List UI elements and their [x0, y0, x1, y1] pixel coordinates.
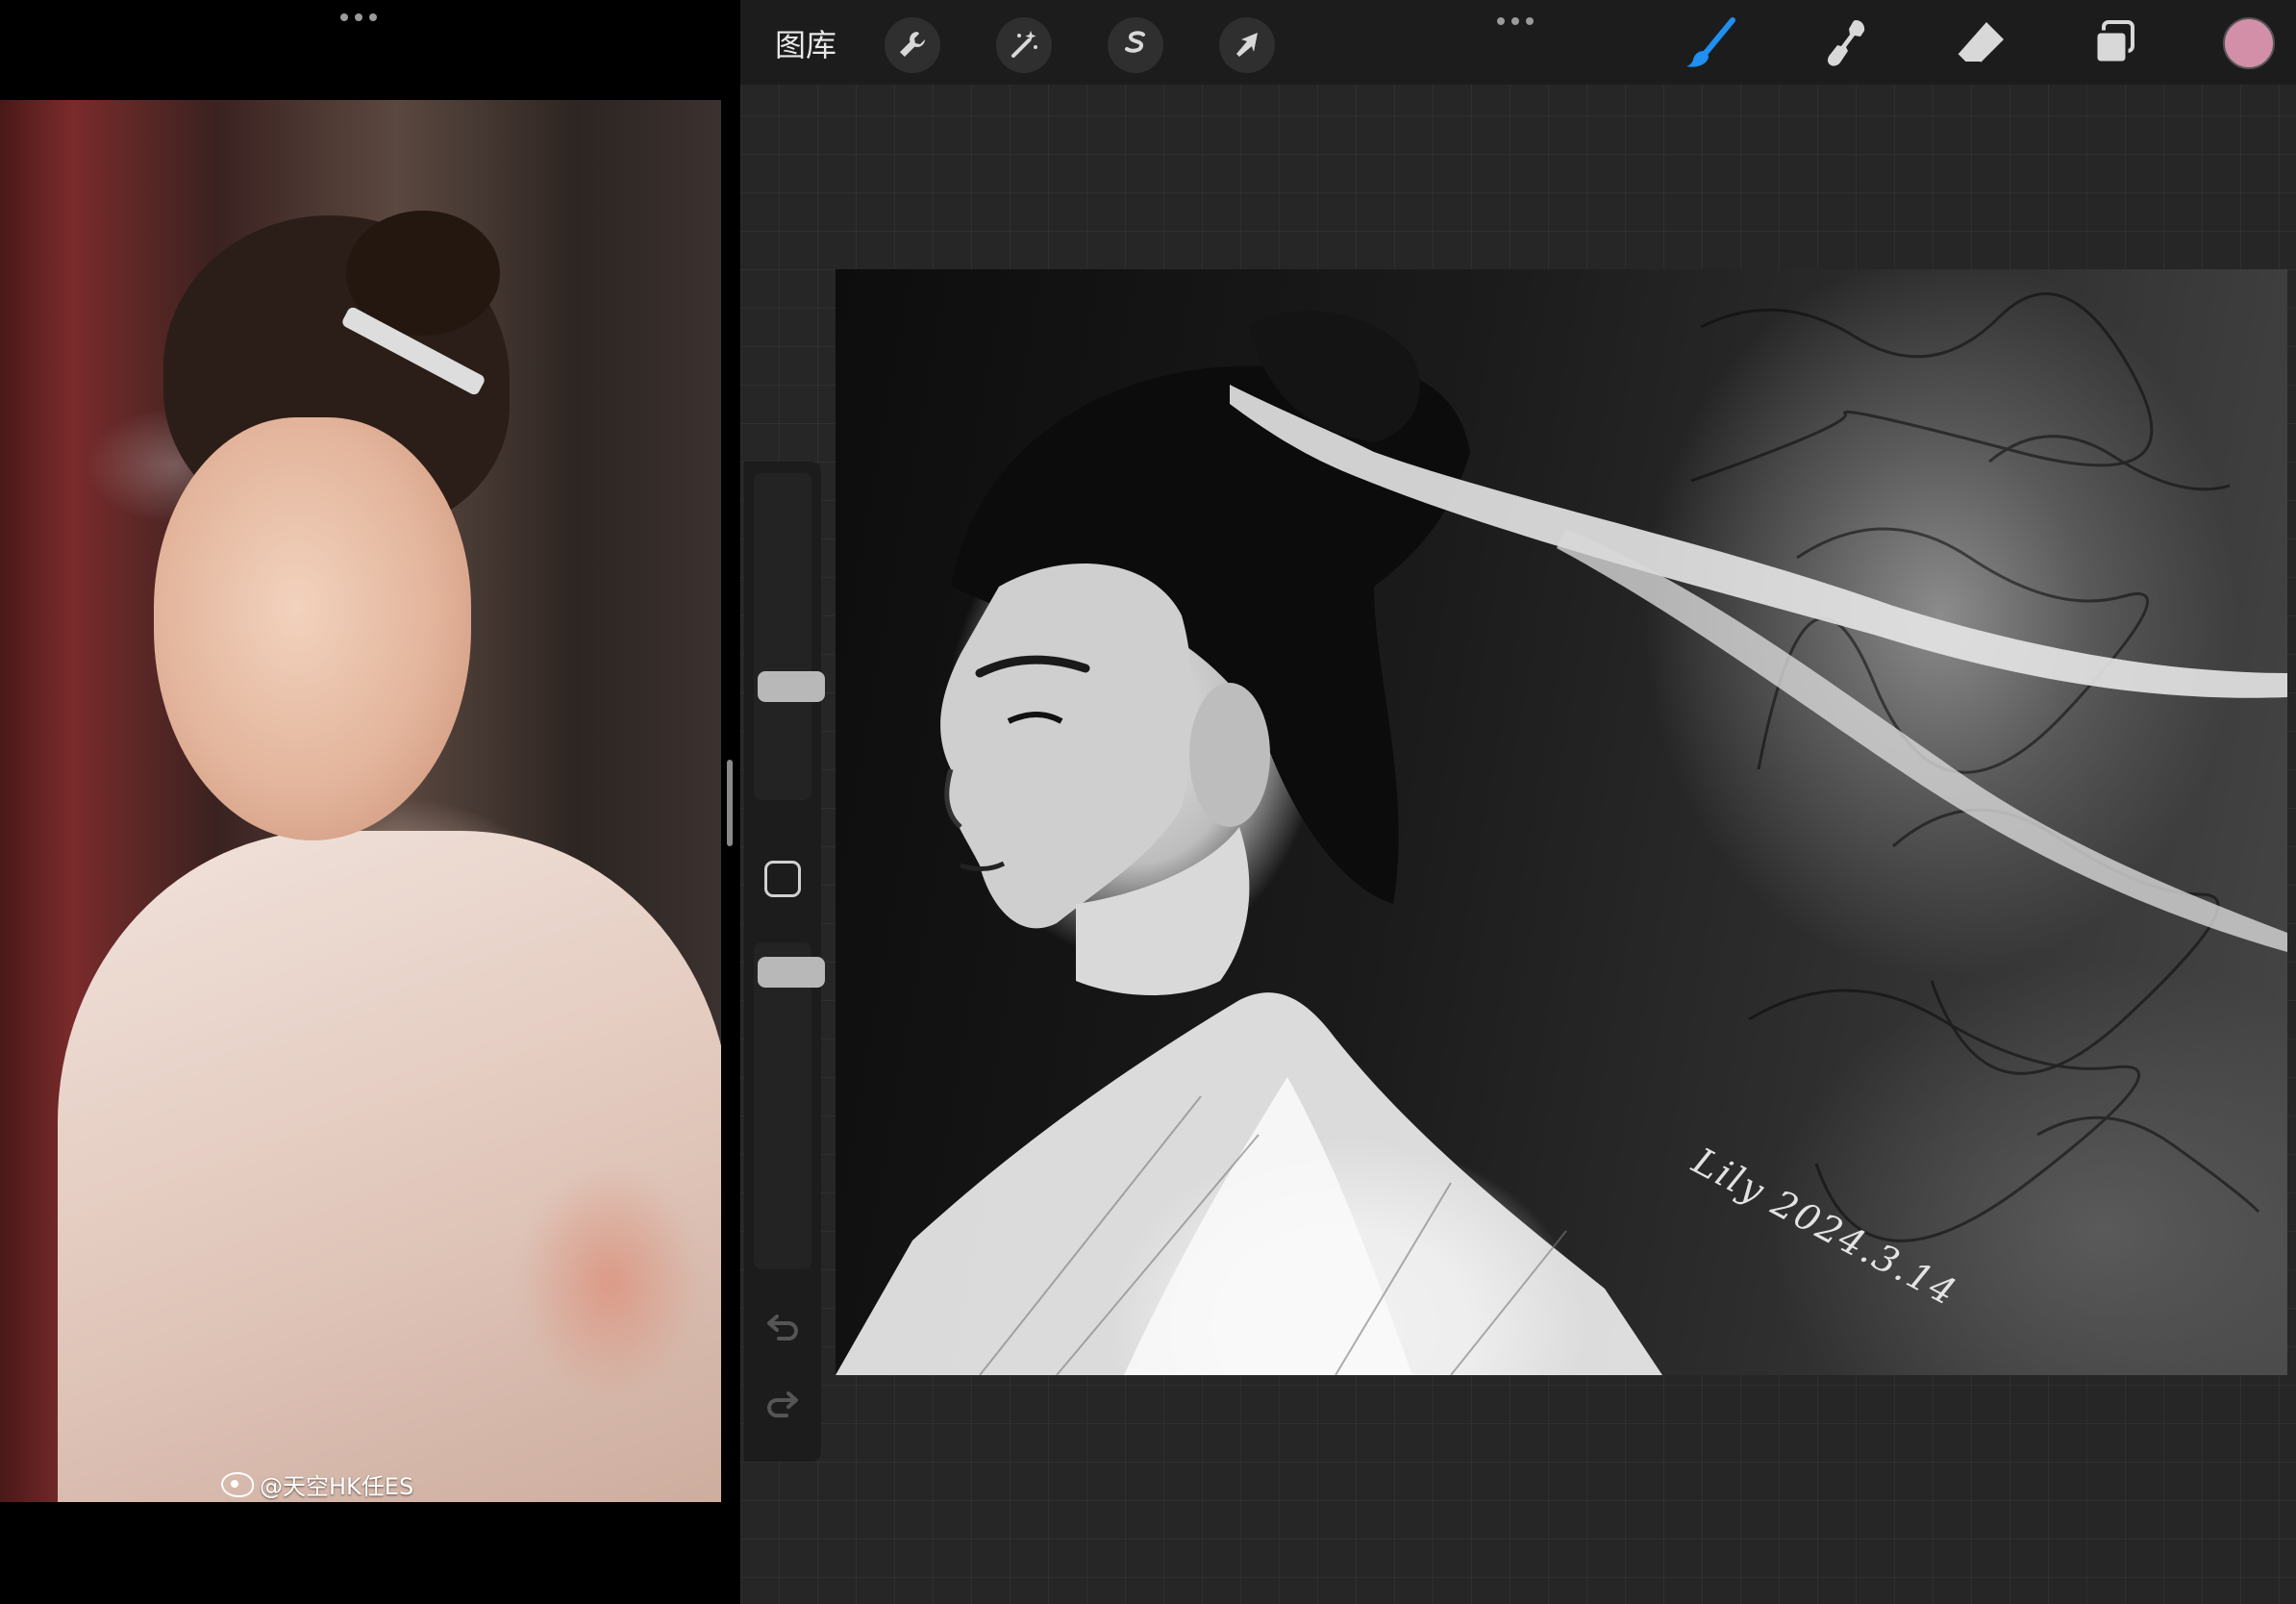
split-view-divider-handle[interactable] — [727, 760, 733, 846]
drawing-canvas[interactable]: Lily 2024.3.14 — [836, 269, 2287, 1375]
brush-opacity-thumb[interactable] — [758, 957, 825, 988]
layers-icon — [2086, 14, 2144, 75]
smudge-icon — [1817, 14, 1875, 75]
weibo-logo-icon — [221, 1471, 254, 1497]
brush-size-slider[interactable] — [754, 473, 825, 800]
magic-wand-icon — [1008, 28, 1040, 63]
transform-button[interactable] — [1219, 17, 1275, 73]
smudge-button[interactable] — [1815, 13, 1877, 75]
redo-icon — [765, 1388, 800, 1421]
color-picker-swatch[interactable] — [2223, 17, 2275, 69]
reference-photo-pane: @天空HK任ES — [0, 0, 721, 1604]
actions-button[interactable] — [885, 17, 940, 73]
undo-button[interactable] — [763, 1308, 802, 1346]
selection-s-icon — [1119, 28, 1152, 63]
photo-face — [154, 417, 471, 840]
reference-photo — [0, 100, 721, 1502]
watermark-text: @天空HK任ES — [260, 1473, 414, 1500]
wrench-icon — [896, 28, 929, 63]
selection-button[interactable] — [1108, 17, 1163, 73]
weibo-watermark: @天空HK任ES — [221, 1467, 413, 1501]
undo-icon — [765, 1311, 800, 1344]
brush-button[interactable] — [1681, 13, 1742, 75]
procreate-app: 图库 Lily 2024.3.14 — [740, 0, 2296, 1604]
modify-button[interactable] — [764, 861, 801, 897]
eraser-button[interactable] — [1950, 13, 2011, 75]
top-toolbar: 图库 — [740, 0, 2296, 85]
eraser-icon — [1952, 14, 2009, 75]
photo-robe — [58, 831, 721, 1502]
adjustments-button[interactable] — [996, 17, 1052, 73]
redo-button[interactable] — [763, 1385, 802, 1423]
gallery-button[interactable]: 图库 — [775, 21, 836, 65]
brush-opacity-slider[interactable] — [754, 942, 825, 1269]
layers-button[interactable] — [2084, 13, 2146, 75]
multitasking-handle-left[interactable] — [340, 13, 377, 21]
multitasking-handle-right[interactable] — [1497, 17, 1534, 25]
brush-icon — [1683, 14, 1740, 75]
charcoal-sketch-artwork — [836, 292, 2287, 1375]
left-sidebar — [744, 462, 825, 1462]
arrow-cursor-icon — [1231, 28, 1263, 63]
photo-blurred-hand — [519, 1167, 702, 1398]
brush-size-thumb[interactable] — [758, 671, 825, 702]
